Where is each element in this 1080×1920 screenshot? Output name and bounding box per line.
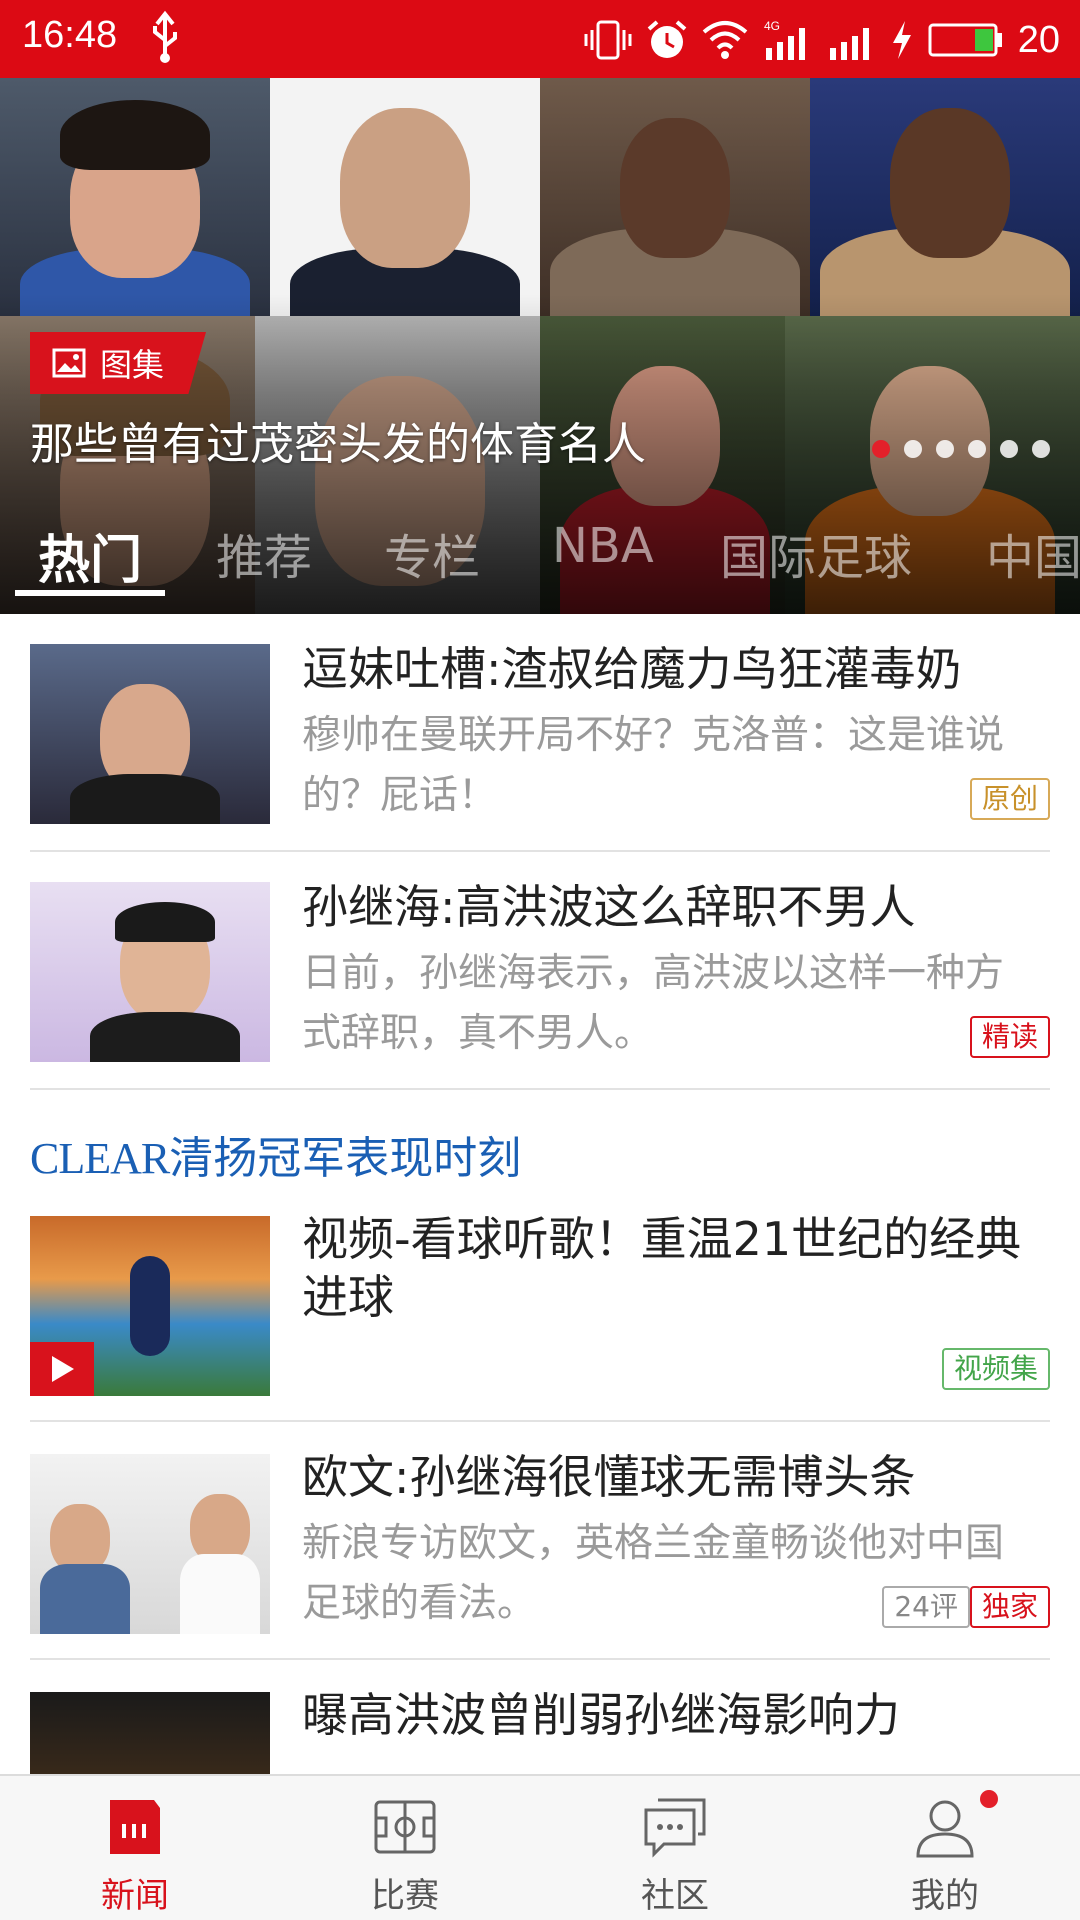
category-tabs: 热门 推荐 专栏 NBA 国际足球 中国 xyxy=(0,502,1080,614)
nav-label: 比赛 xyxy=(371,1876,439,1916)
gallery-badge-label: 图集 xyxy=(100,346,165,384)
battery-icon xyxy=(928,23,1002,57)
tag-original: 原创 xyxy=(969,778,1050,820)
hero-photo xyxy=(540,78,810,316)
news-item[interactable]: 孙继海:高洪波这么辞职不男人 日前，孙继海表示，高洪波以这样一种方式辞职，真不男… xyxy=(0,852,1080,1090)
news-summary: 穆帅在曼联开局不好？克洛普：这是谁说的？屁话！ xyxy=(302,713,1005,818)
sponsor-title: 清扬冠军表现时刻 xyxy=(169,1133,522,1184)
slide-dot xyxy=(904,440,922,458)
slide-dot xyxy=(936,440,954,458)
community-icon xyxy=(644,1798,706,1858)
news-item[interactable]: 逗妹吐槽:渣叔给魔力鸟狂灌毒奶 穆帅在曼联开局不好？克洛普：这是谁说的？屁话！ … xyxy=(0,614,1080,852)
news-icon xyxy=(110,1800,160,1854)
nav-label: 我的 xyxy=(911,1876,979,1916)
news-title: 曝高洪波曾削弱孙继海影响力 xyxy=(302,1688,900,1742)
status-bar: 16:48 4G 20 xyxy=(0,0,1080,78)
nav-profile[interactable]: 我的 xyxy=(810,1776,1080,1920)
news-title: 逗妹吐槽:渣叔给魔力鸟狂灌毒奶 xyxy=(302,642,962,696)
battery-percent: 20 xyxy=(1017,18,1060,61)
tag-video-collection: 视频集 xyxy=(941,1348,1050,1390)
network-type: 4G xyxy=(764,19,780,33)
news-thumbnail xyxy=(30,1216,270,1396)
tab-nba[interactable]: NBA xyxy=(552,518,654,574)
match-icon xyxy=(374,1800,436,1854)
slide-dot xyxy=(1032,440,1050,458)
notification-dot xyxy=(980,1790,998,1808)
slide-indicator xyxy=(872,440,1050,458)
news-item[interactable]: 曝高洪波曾削弱孙继海影响力 xyxy=(0,1660,1080,1780)
hero-banner[interactable]: 图集 那些曾有过茂密头发的体育名人 热门 推荐 专栏 NBA 国际足球 中国 xyxy=(0,78,1080,614)
hero-photo xyxy=(0,78,270,316)
comment-count: 24评 xyxy=(882,1586,970,1628)
alarm-icon xyxy=(647,20,687,58)
signal-4g-icon: 4G xyxy=(764,19,805,60)
tab-intl-football[interactable]: 国际足球 xyxy=(720,518,912,588)
charging-icon xyxy=(892,21,911,59)
tab-recommended[interactable]: 推荐 xyxy=(216,518,312,588)
vibrate-icon xyxy=(584,20,632,60)
divider xyxy=(30,1088,1050,1090)
news-item[interactable]: 视频-看球听歌！重温21世纪的经典进球 视频集 xyxy=(0,1184,1080,1422)
news-title: 视频-看球听歌！重温21世纪的经典进球 xyxy=(302,1212,1022,1324)
news-title: 欧文:孙继海很懂球无需博头条 xyxy=(302,1450,916,1504)
slide-dot xyxy=(1000,440,1018,458)
hero-caption[interactable]: 那些曾有过茂密头发的体育名人 xyxy=(30,408,646,472)
play-icon xyxy=(52,1356,74,1382)
tag-featured-read: 精读 xyxy=(969,1016,1050,1058)
news-thumbnail xyxy=(30,1692,270,1780)
image-icon xyxy=(52,348,86,378)
bottom-navigation: 新闻 比赛 社区 我的 xyxy=(0,1774,1080,1920)
news-item[interactable]: 欧文:孙继海很懂球无需博头条 新浪专访欧文，英格兰金童畅谈他对中国足球的看法。 … xyxy=(0,1422,1080,1660)
sponsor-header[interactable]: CLEAR清扬冠军表现时刻 xyxy=(30,1122,521,1186)
nav-match[interactable]: 比赛 xyxy=(270,1776,540,1920)
nav-community[interactable]: 社区 xyxy=(540,1776,810,1920)
active-tab-indicator xyxy=(15,590,165,596)
usb-icon xyxy=(153,10,177,63)
slide-dot xyxy=(968,440,986,458)
news-thumbnail xyxy=(30,1454,270,1634)
status-time: 16:48 xyxy=(22,14,118,56)
wifi-icon xyxy=(702,21,748,59)
news-thumbnail xyxy=(30,882,270,1062)
hero-photo xyxy=(810,78,1080,316)
status-icons: 4G 20 xyxy=(584,12,1060,68)
signal-icon xyxy=(829,28,869,60)
news-title: 孙继海:高洪波这么辞职不男人 xyxy=(302,880,916,934)
tag-exclusive: 独家 xyxy=(969,1586,1050,1628)
news-thumbnail xyxy=(30,644,270,824)
sponsor-brand: CLEAR xyxy=(30,1134,170,1183)
tab-hot[interactable]: 热门 xyxy=(38,518,142,593)
nav-news[interactable]: 新闻 xyxy=(0,1776,270,1920)
hero-photo xyxy=(270,78,540,316)
profile-icon xyxy=(916,1800,974,1858)
gallery-badge: 图集 xyxy=(30,332,206,394)
nav-label: 社区 xyxy=(641,1876,709,1916)
news-summary: 日前，孙继海表示，高洪波以这样一种方式辞职，真不男人。 xyxy=(302,951,1005,1056)
tab-china[interactable]: 中国 xyxy=(986,518,1080,588)
slide-dot xyxy=(872,440,890,458)
tab-columns[interactable]: 专栏 xyxy=(384,518,480,588)
nav-label: 新闻 xyxy=(101,1876,169,1916)
